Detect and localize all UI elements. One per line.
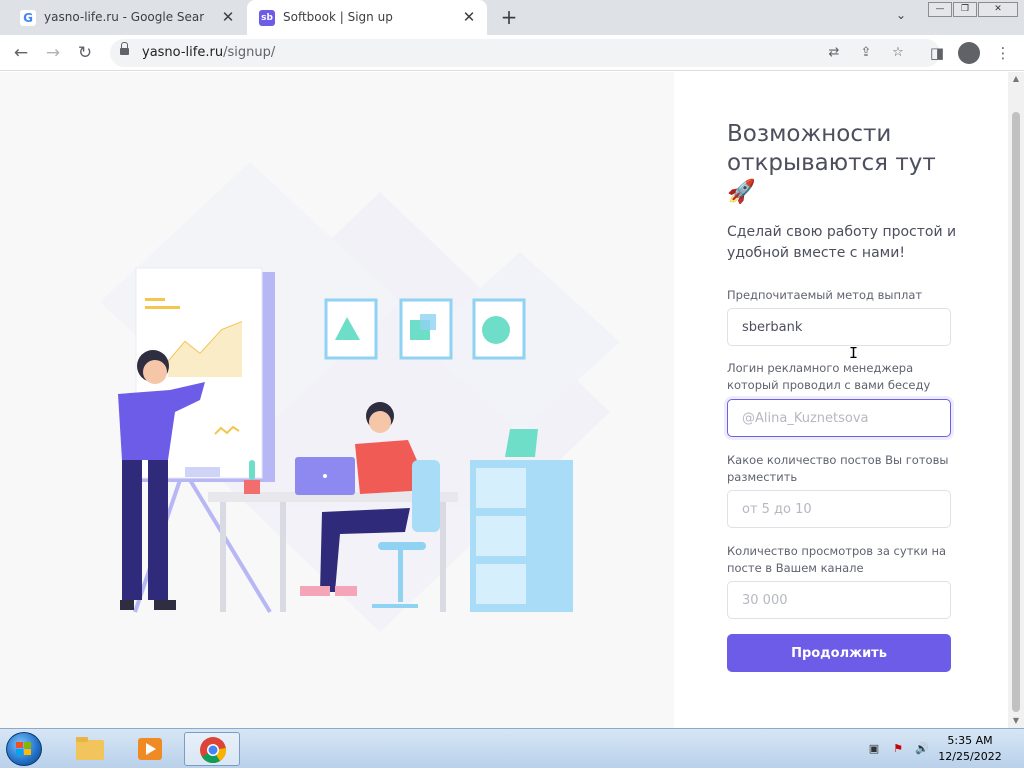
daily-views-label: Количество просмотров за сутки на посте … <box>727 544 947 575</box>
payout-method-label: Предпочитаемый метод выплат <box>727 288 923 302</box>
google-icon: G <box>20 10 36 26</box>
menu-kebab-icon[interactable]: ⋮ <box>992 42 1014 64</box>
translate-icon[interactable]: ⇄ <box>824 43 844 63</box>
media-player-icon <box>138 738 162 760</box>
tab-strip: G yasno-life.ru - Google Search ✕ sb Sof… <box>0 0 1024 35</box>
scrollbar-thumb[interactable] <box>1012 112 1020 712</box>
chrome-icon <box>200 737 227 764</box>
posts-count-input[interactable] <box>727 490 951 528</box>
scroll-down-arrow-icon[interactable]: ▼ <box>1008 714 1024 728</box>
browser-toolbar: ← → ↻ yasno-life.ru/signup/ ⇄ ⇪ ☆ ◨ ⋮ <box>0 35 1024 71</box>
illustration-panel <box>0 72 674 728</box>
windows-taskbar: ▣ ⚑ 🔊 5:35 AM 12/25/2022 <box>0 728 1024 768</box>
address-bar[interactable]: yasno-life.ru/signup/ ⇄ ⇪ ☆ <box>110 39 940 67</box>
restore-button[interactable]: ❐ <box>953 2 977 17</box>
form-subtitle: Сделай свою работу простой и удобной вме… <box>727 224 957 261</box>
page-content: Возможности открываются тут 🚀 Сделай сво… <box>0 72 1008 728</box>
action-center-icon[interactable]: ⚑ <box>890 741 906 757</box>
profile-avatar-icon[interactable] <box>958 42 980 64</box>
manager-login-label: Логин рекламного менеджера который прово… <box>727 361 931 392</box>
folder-icon <box>76 737 104 760</box>
new-tab-button[interactable]: + <box>498 6 520 28</box>
close-icon[interactable]: ✕ <box>218 7 238 27</box>
tab-softbook-signup[interactable]: sb Softbook | Sign up ✕ <box>247 0 487 35</box>
minimize-button[interactable]: — <box>928 2 952 17</box>
side-panel-icon[interactable]: ◨ <box>926 42 948 64</box>
tab-title: Softbook | Sign up <box>283 10 393 24</box>
forward-arrow-icon[interactable]: → <box>42 42 64 64</box>
softbook-icon: sb <box>259 10 275 26</box>
start-button[interactable] <box>6 732 42 766</box>
manager-login-input[interactable] <box>727 399 951 437</box>
taskbar-explorer[interactable] <box>62 732 118 766</box>
posts-count-label: Какое количество постов Вы готовы размес… <box>727 453 949 484</box>
continue-button[interactable]: Продолжить <box>727 634 951 672</box>
url-text[interactable]: yasno-life.ru/signup/ <box>142 45 275 60</box>
tab-title: yasno-life.ru - Google Search <box>44 10 204 24</box>
taskbar-chrome[interactable] <box>184 732 240 766</box>
close-window-button[interactable]: ✕ <box>978 2 1018 17</box>
back-arrow-icon[interactable]: ← <box>10 42 32 64</box>
clock-time: 5:35 AM <box>947 734 993 747</box>
tab-search-chevron-icon[interactable]: ⌄ <box>896 8 906 22</box>
scroll-up-arrow-icon[interactable]: ▲ <box>1008 72 1024 86</box>
network-icon[interactable]: ▣ <box>866 741 882 757</box>
office-illustration <box>100 162 620 632</box>
reload-icon[interactable]: ↻ <box>74 42 96 64</box>
taskbar-media-player[interactable] <box>122 732 178 766</box>
payout-method-input[interactable] <box>727 308 951 346</box>
daily-views-input[interactable] <box>727 581 951 619</box>
clock-date: 12/25/2022 <box>938 750 1002 763</box>
lock-icon[interactable] <box>120 42 129 57</box>
volume-icon[interactable]: 🔊 <box>914 741 930 757</box>
form-title: Возможности открываются тут 🚀 <box>727 121 936 205</box>
bookmark-star-icon[interactable]: ☆ <box>888 43 908 63</box>
share-icon[interactable]: ⇪ <box>856 43 876 63</box>
text-cursor-icon: I <box>849 344 859 362</box>
windows-logo-icon <box>16 742 31 755</box>
tab-google-search[interactable]: G yasno-life.ru - Google Search ✕ <box>8 0 246 35</box>
system-clock[interactable]: 5:35 AM 12/25/2022 <box>930 733 1010 765</box>
page-scrollbar[interactable]: ▲ ▼ <box>1008 72 1024 728</box>
close-icon[interactable]: ✕ <box>459 7 479 27</box>
